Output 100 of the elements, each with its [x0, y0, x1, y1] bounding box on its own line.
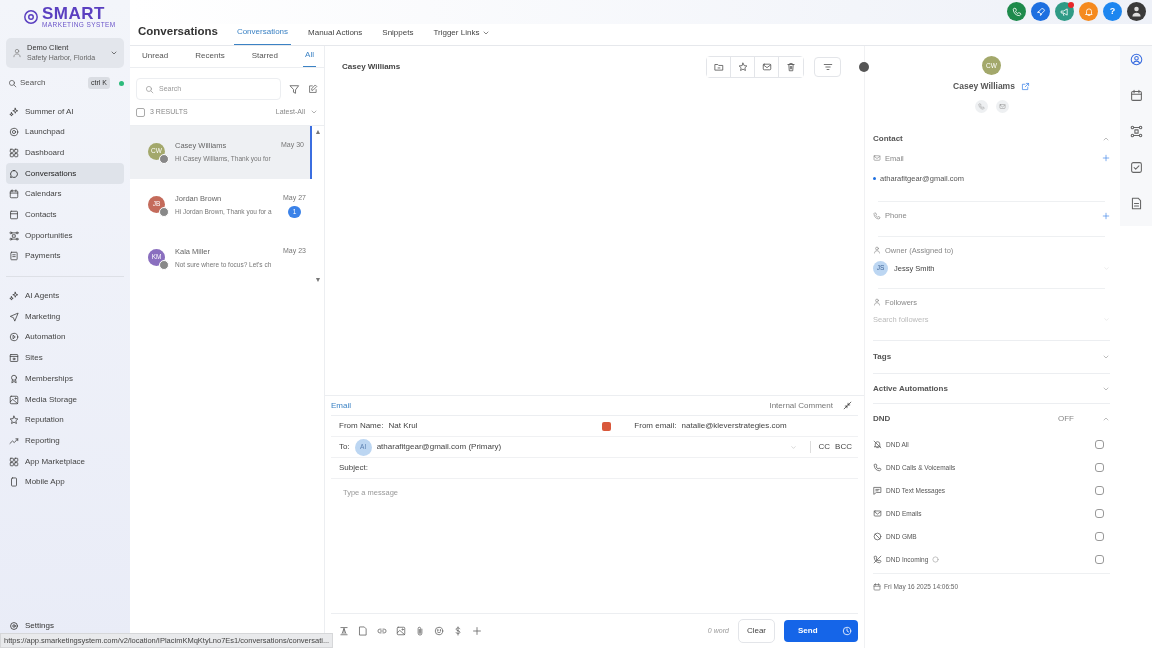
phone-icon — [873, 211, 881, 220]
user-avatar[interactable] — [1127, 2, 1146, 21]
nav-tab[interactable]: Manual Actions — [305, 27, 366, 45]
sidebar-item[interactable]: Mobile App — [6, 471, 124, 493]
dnd-checkbox[interactable] — [1095, 555, 1104, 565]
calendar-icon — [9, 189, 19, 200]
chat-bubble-icon — [9, 168, 19, 179]
grid-icon — [9, 456, 19, 467]
user-circle-icon[interactable] — [1129, 53, 1143, 66]
internal-comment-tab[interactable]: Internal Comment — [769, 399, 833, 412]
text-format-icon[interactable] — [339, 626, 349, 636]
phone-button[interactable] — [974, 99, 988, 113]
help-button[interactable]: ? — [1103, 2, 1122, 21]
rocket-button[interactable] — [1031, 2, 1050, 21]
rocket-icon — [1035, 6, 1046, 17]
mail-icon — [873, 154, 881, 163]
mail-button[interactable] — [995, 99, 1009, 113]
send-button[interactable]: Send — [784, 620, 858, 642]
sidebar-item[interactable]: App Marketplace — [6, 451, 124, 472]
plus-icon[interactable] — [472, 626, 482, 636]
cc-button[interactable]: CC — [809, 441, 831, 453]
external-link-icon[interactable] — [1020, 81, 1030, 91]
section-title: DND — [873, 412, 891, 425]
filter-tab[interactable]: Starred — [249, 50, 280, 67]
image-icon[interactable] — [396, 626, 406, 636]
plus-icon[interactable] — [1102, 211, 1110, 220]
section-title: Contact — [873, 132, 903, 145]
play-circle-icon — [9, 332, 19, 343]
calendar-icon[interactable] — [1129, 89, 1143, 102]
schedule-icon[interactable] — [842, 626, 852, 636]
subject-label: Subject: — [339, 462, 368, 474]
sparkle-icon — [9, 106, 19, 117]
document-icon[interactable] — [1129, 197, 1143, 210]
settings-item[interactable]: Settings — [6, 620, 57, 632]
dnd-checkbox[interactable] — [1095, 509, 1104, 519]
email-channel-badge — [159, 259, 169, 270]
phone-button[interactable] — [1007, 2, 1026, 21]
edit-icon[interactable] — [308, 84, 318, 94]
nav-tab[interactable]: Trigger Links — [430, 27, 494, 45]
sidebar-item[interactable]: Dashboard — [6, 142, 124, 164]
nodes-icon[interactable] — [1129, 125, 1143, 138]
nav-tab[interactable]: Conversations — [233, 26, 292, 45]
sort-lines-icon — [822, 61, 833, 72]
folder-icon — [713, 61, 724, 72]
sidebar-item[interactable]: Opportunities — [6, 225, 124, 247]
sidebar-item[interactable]: Payments — [6, 246, 124, 267]
search-label[interactable]: Search — [20, 77, 46, 89]
target-icon — [9, 127, 19, 138]
dnd-checkbox[interactable] — [1095, 463, 1104, 473]
paperclip-icon[interactable] — [415, 626, 425, 636]
image-icon — [9, 394, 19, 405]
dnd-checkbox[interactable] — [1095, 486, 1104, 496]
trash-icon — [786, 61, 796, 72]
filter-tab[interactable]: Recents — [193, 50, 227, 67]
filter-tab[interactable]: All — [303, 49, 316, 67]
sidebar-item[interactable]: Launchpad — [6, 121, 124, 143]
dollar-icon[interactable] — [453, 626, 463, 636]
collapse-icon[interactable] — [843, 401, 852, 410]
filter-icon[interactable] — [289, 83, 300, 95]
phone-off-icon — [873, 555, 882, 565]
sidebar-item[interactable]: Automation — [6, 327, 124, 348]
field-label: To: — [339, 441, 350, 453]
sidebar-item[interactable]: Calendars — [6, 184, 124, 205]
bell-button[interactable] — [1079, 2, 1098, 21]
plus-icon[interactable] — [1102, 154, 1110, 163]
search-icon[interactable] — [8, 78, 17, 88]
megaphone-button[interactable] — [1055, 2, 1074, 21]
sort-button[interactable] — [814, 56, 841, 77]
sidebar-item[interactable]: Marketing — [6, 306, 124, 328]
phone-icon — [977, 102, 985, 110]
sidebar-item[interactable]: Sites — [6, 347, 124, 369]
logo-text: SMART — [42, 5, 105, 23]
file-icon[interactable] — [358, 626, 368, 636]
checked-box-icon[interactable] — [1129, 161, 1143, 174]
nav-tab[interactable]: Snippets — [379, 27, 417, 45]
email-tab[interactable]: Email — [331, 399, 351, 412]
sidebar-item[interactable]: Contacts — [6, 204, 124, 226]
collapse-toggle[interactable] — [859, 61, 869, 72]
emoji-icon[interactable] — [434, 626, 444, 636]
phone-icon — [1011, 6, 1022, 17]
bcc-button[interactable]: BCC — [835, 441, 852, 453]
page-title: Conversations — [138, 23, 218, 39]
star-icon — [9, 415, 19, 426]
sidebar-item[interactable]: Conversations — [6, 163, 124, 184]
clear-button[interactable]: Clear — [737, 619, 775, 643]
sidebar-item[interactable]: Memberships — [6, 368, 124, 390]
sidebar-item[interactable]: Reputation — [6, 409, 124, 431]
field-label: From email: — [634, 420, 677, 432]
mobile-phone-icon — [9, 477, 19, 488]
sidebar-item[interactable]: Media Storage — [6, 389, 124, 410]
sidebar-item[interactable]: AI Agents — [6, 285, 124, 307]
link-icon[interactable] — [377, 626, 387, 636]
sidebar-item[interactable]: Reporting — [6, 430, 124, 452]
dnd-checkbox[interactable] — [1095, 440, 1104, 450]
filter-tab[interactable]: Unread — [140, 50, 171, 67]
folder-button[interactable] — [707, 56, 731, 77]
dnd-checkbox[interactable] — [1095, 532, 1104, 542]
section-title: Active Automations — [873, 382, 948, 395]
sidebar-item[interactable]: Summer of AI — [6, 101, 124, 122]
select-all-checkbox[interactable] — [136, 107, 145, 117]
